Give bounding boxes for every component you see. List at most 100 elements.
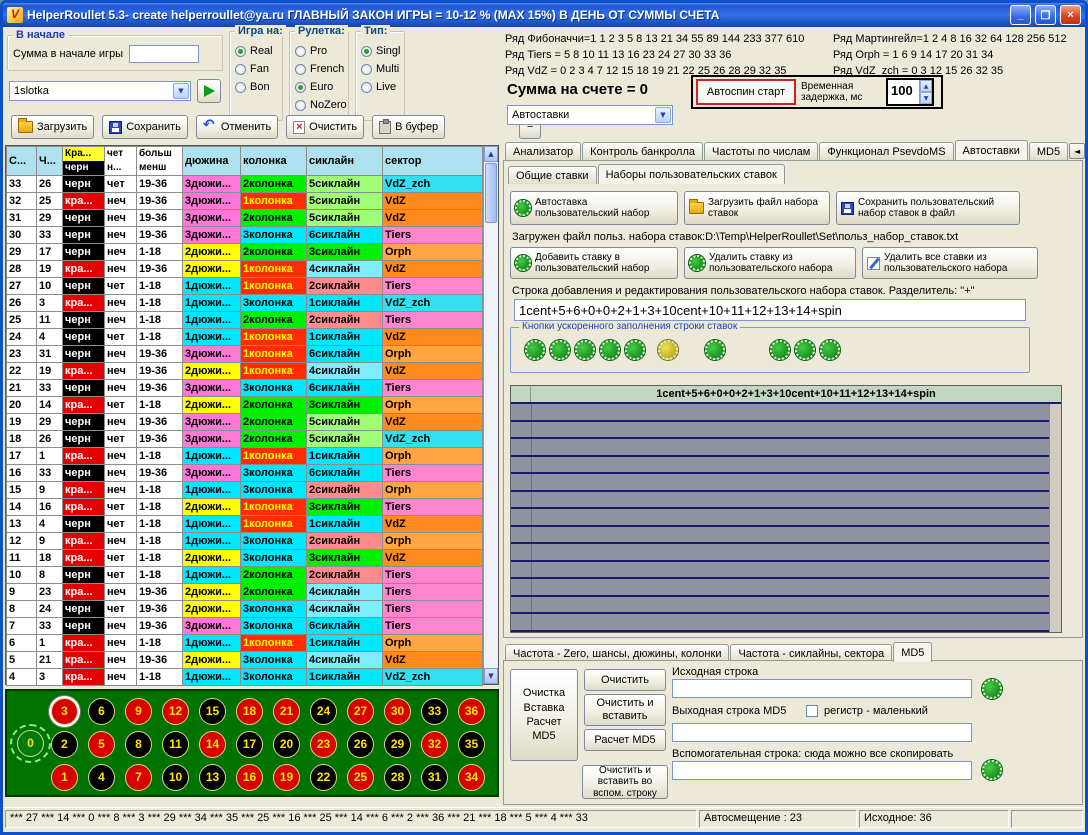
spin-up-button[interactable]: ▲ <box>920 80 932 92</box>
spin-down-button[interactable]: ▼ <box>920 92 932 104</box>
tab-scroll-left-icon[interactable]: ◄ <box>1069 143 1085 159</box>
clear-paste-calc-button[interactable]: Очистка Вставка Расчет MD5 <box>510 669 578 761</box>
md5-clear-paste-aux-button[interactable]: Очистить и вставить во вспом. строку <box>582 765 668 799</box>
radio-fan[interactable]: Fan <box>235 60 279 78</box>
history-row[interactable]: 28 19 кра... неч 19-36 2дюжи... 1колонка… <box>7 261 483 278</box>
autobets-combo[interactable]: Автоставки ▼ <box>507 105 673 125</box>
tab-frequencies[interactable]: Частоты по числам <box>704 142 818 160</box>
board-number[interactable]: 29 <box>384 731 411 758</box>
md5-run-button[interactable] <box>982 679 1002 699</box>
col-header-range[interactable]: больш менш <box>137 147 183 176</box>
board-number[interactable]: 21 <box>273 698 300 725</box>
subtab-common-bets[interactable]: Общие ставки <box>508 166 597 184</box>
start-sum-input[interactable] <box>129 45 199 63</box>
chip-button[interactable] <box>795 340 815 360</box>
history-row[interactable]: 14 16 кра... чет 1-18 2дюжи... 1колонка … <box>7 499 483 516</box>
bet-set-grid-row[interactable] <box>511 439 1061 457</box>
board-number[interactable]: 35 <box>458 731 485 758</box>
board-number-zero[interactable]: 0 <box>17 730 44 757</box>
tab-autobets[interactable]: Автоставки <box>955 140 1028 160</box>
history-row[interactable]: 23 31 черн неч 19-36 3дюжи... 1колонка 6… <box>7 346 483 363</box>
board-number[interactable]: 5 <box>88 731 115 758</box>
close-button[interactable]: × <box>1060 5 1081 25</box>
chip-button[interactable] <box>658 340 678 360</box>
play-button[interactable] <box>197 79 221 103</box>
history-row[interactable]: 16 33 черн неч 19-36 3дюжи... 3колонка 6… <box>7 465 483 482</box>
bet-set-grid-row[interactable] <box>511 509 1061 527</box>
col-header-number[interactable]: Ч... <box>37 147 63 176</box>
board-number[interactable]: 17 <box>236 731 263 758</box>
bet-set-grid-row[interactable] <box>511 544 1061 562</box>
radio-multi[interactable]: Multi <box>361 60 401 78</box>
history-row[interactable]: 6 1 кра... неч 1-18 1дюжи... 1колонка 1с… <box>7 635 483 652</box>
scroll-down-button[interactable]: ▼ <box>484 668 498 684</box>
board-number[interactable]: 16 <box>236 764 263 791</box>
history-row[interactable]: 22 19 кра... неч 19-36 2дюжи... 1колонка… <box>7 363 483 380</box>
chip-button[interactable] <box>625 340 645 360</box>
radio-pro[interactable]: Pro <box>295 42 345 60</box>
board-number[interactable]: 18 <box>236 698 263 725</box>
board-number[interactable]: 34 <box>458 764 485 791</box>
board-number[interactable]: 12 <box>162 698 189 725</box>
history-row[interactable]: 32 25 кра... неч 19-36 3дюжи... 1колонка… <box>7 193 483 210</box>
board-number[interactable]: 33 <box>421 698 448 725</box>
history-row[interactable]: 9 23 кра... неч 19-36 2дюжи... 2колонка … <box>7 584 483 601</box>
board-number[interactable]: 32 <box>421 731 448 758</box>
delete-all-bets-button[interactable]: Удалить все ставки из пользовательского … <box>862 247 1038 279</box>
chip-button[interactable] <box>575 340 595 360</box>
chip-button[interactable] <box>705 340 725 360</box>
history-row[interactable]: 15 9 кра... неч 1-18 1дюжи... 3колонка 2… <box>7 482 483 499</box>
history-row[interactable]: 17 1 кра... неч 1-18 1дюжи... 1колонка 1… <box>7 448 483 465</box>
bet-set-grid-row[interactable] <box>511 474 1061 492</box>
board-number[interactable]: 6 <box>88 698 115 725</box>
history-row[interactable]: 10 8 черн чет 1-18 1дюжи... 2колонка 2си… <box>7 567 483 584</box>
radio-french[interactable]: French <box>295 60 345 78</box>
radio-live[interactable]: Live <box>361 78 401 96</box>
board-number[interactable]: 15 <box>199 698 226 725</box>
history-row[interactable]: 8 24 черн чет 19-36 2дюжи... 3колонка 4с… <box>7 601 483 618</box>
autospin-start-button[interactable]: Автоспин старт <box>696 79 796 105</box>
bet-set-grid-row[interactable] <box>511 457 1061 475</box>
history-row[interactable]: 21 33 черн неч 19-36 3дюжи... 3колонка 6… <box>7 380 483 397</box>
col-header-sixline[interactable]: сиклайн <box>307 147 383 176</box>
scroll-track[interactable] <box>484 224 498 668</box>
board-number[interactable]: 30 <box>384 698 411 725</box>
bet-string-input[interactable] <box>514 299 1026 321</box>
history-row[interactable]: 26 3 кра... неч 1-18 1дюжи... 3колонка 1… <box>7 295 483 312</box>
history-row[interactable]: 18 26 черн чет 19-36 3дюжи... 2колонка 5… <box>7 431 483 448</box>
minimize-button[interactable]: _ <box>1010 5 1031 25</box>
chip-button[interactable] <box>525 340 545 360</box>
radio-euro[interactable]: Euro <box>295 78 345 96</box>
radio-nozero[interactable]: NoZero <box>295 96 345 114</box>
to-buffer-button[interactable]: В буфер <box>372 115 445 139</box>
bet-set-grid-row[interactable] <box>511 562 1061 580</box>
bet-set-grid-row[interactable] <box>511 597 1061 615</box>
board-number[interactable]: 4 <box>88 764 115 791</box>
output-string-input[interactable] <box>672 723 972 742</box>
board-number[interactable]: 7 <box>125 764 152 791</box>
history-row[interactable]: 11 18 кра... чет 1-18 2дюжи... 3колонка … <box>7 550 483 567</box>
col-header-color[interactable]: Кра... черн <box>63 147 105 176</box>
chevron-down-icon[interactable]: ▼ <box>655 107 671 123</box>
history-row[interactable]: 20 14 кра... чет 1-18 2дюжи... 2колонка … <box>7 397 483 414</box>
history-row[interactable]: 29 17 черн неч 1-18 2дюжи... 2колонка 3с… <box>7 244 483 261</box>
scroll-thumb[interactable] <box>485 163 497 223</box>
save-button[interactable]: Сохранить <box>102 115 188 139</box>
board-number[interactable]: 11 <box>162 731 189 758</box>
tab-md5[interactable]: MD5 <box>1029 142 1068 160</box>
md5-clear-button[interactable]: Очистить <box>584 669 666 691</box>
history-row[interactable]: 4 3 кра... неч 1-18 1дюжи... 3колонка 1с… <box>7 669 483 686</box>
bet-set-grid-row[interactable] <box>511 579 1061 597</box>
save-bet-set-button[interactable]: Сохранить пользовательский набор ставок … <box>836 191 1020 225</box>
board-number[interactable]: 10 <box>162 764 189 791</box>
maximize-button[interactable]: ❐ <box>1035 5 1056 25</box>
grid-header-cell[interactable]: 1cent+5+6+0+0+2+1+3+10cent+10+11+12+13+1… <box>531 386 1061 402</box>
col-header-count[interactable]: С... <box>7 147 37 176</box>
board-number[interactable]: 9 <box>125 698 152 725</box>
chip-button[interactable] <box>770 340 790 360</box>
history-row[interactable]: 25 11 черн неч 1-18 1дюжи... 2колонка 2с… <box>7 312 483 329</box>
scroll-up-button[interactable]: ▲ <box>484 146 498 162</box>
board-number[interactable]: 23 <box>310 731 337 758</box>
radio-bon[interactable]: Bon <box>235 78 279 96</box>
history-row[interactable]: 12 9 кра... неч 1-18 1дюжи... 3колонка 2… <box>7 533 483 550</box>
